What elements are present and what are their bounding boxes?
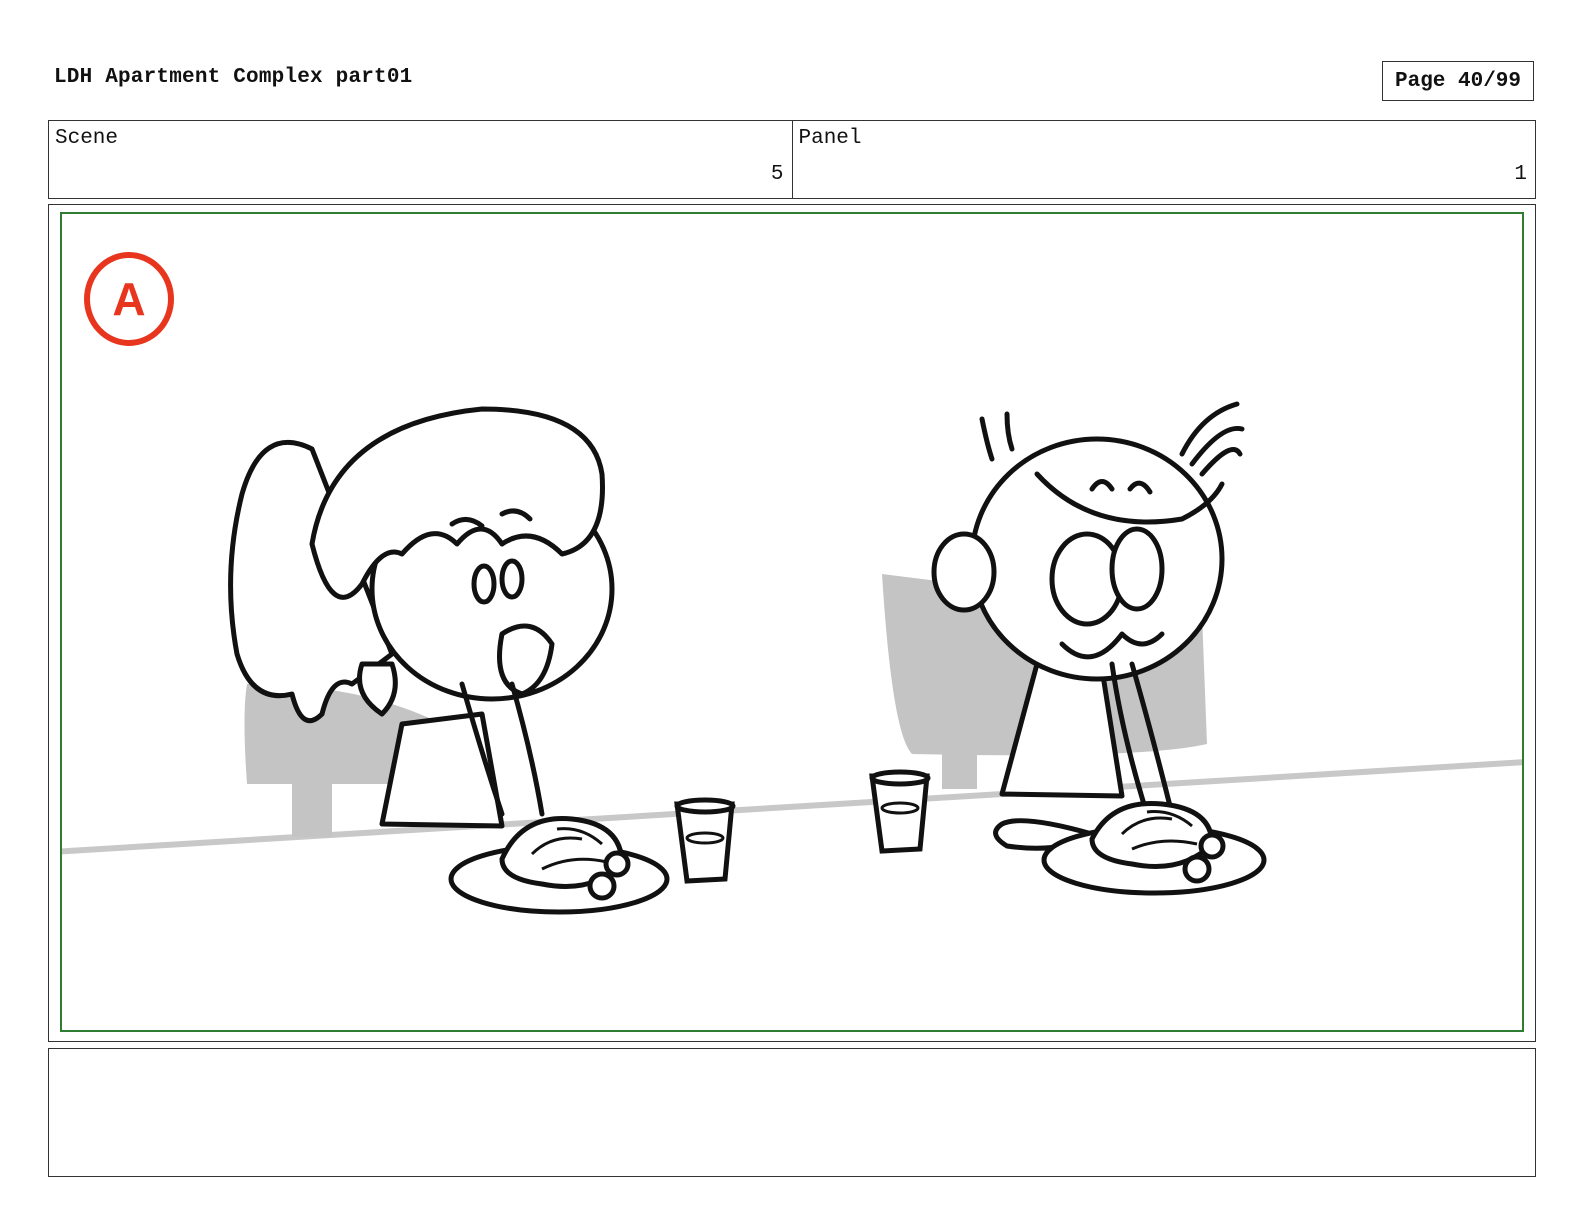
panel-value: 1 bbox=[1514, 163, 1527, 186]
glass-right bbox=[869, 769, 931, 854]
storyboard-drawing: A bbox=[62, 252, 1522, 915]
page-number: Page 40/99 bbox=[1382, 61, 1534, 101]
panel-artwork: A bbox=[60, 212, 1524, 1032]
scene-label: Scene bbox=[55, 127, 119, 150]
glass-left bbox=[674, 797, 736, 884]
panel-label: Panel bbox=[798, 127, 862, 150]
scene-cell: Scene 5 bbox=[49, 121, 792, 198]
panel-cell: Panel 1 bbox=[791, 121, 1536, 198]
svg-text:A: A bbox=[112, 273, 145, 325]
document-title: LDH Apartment Complex part01 bbox=[54, 66, 413, 89]
scene-panel-info: Scene 5 Panel 1 bbox=[48, 120, 1536, 199]
spaghetti-plate-left bbox=[448, 816, 670, 915]
marker-a-icon: A bbox=[84, 252, 174, 346]
storyboard-panel: A bbox=[48, 204, 1536, 1042]
scene-value: 5 bbox=[770, 163, 784, 186]
spaghetti-plate-right bbox=[1041, 800, 1267, 896]
notes-area bbox=[48, 1048, 1536, 1177]
